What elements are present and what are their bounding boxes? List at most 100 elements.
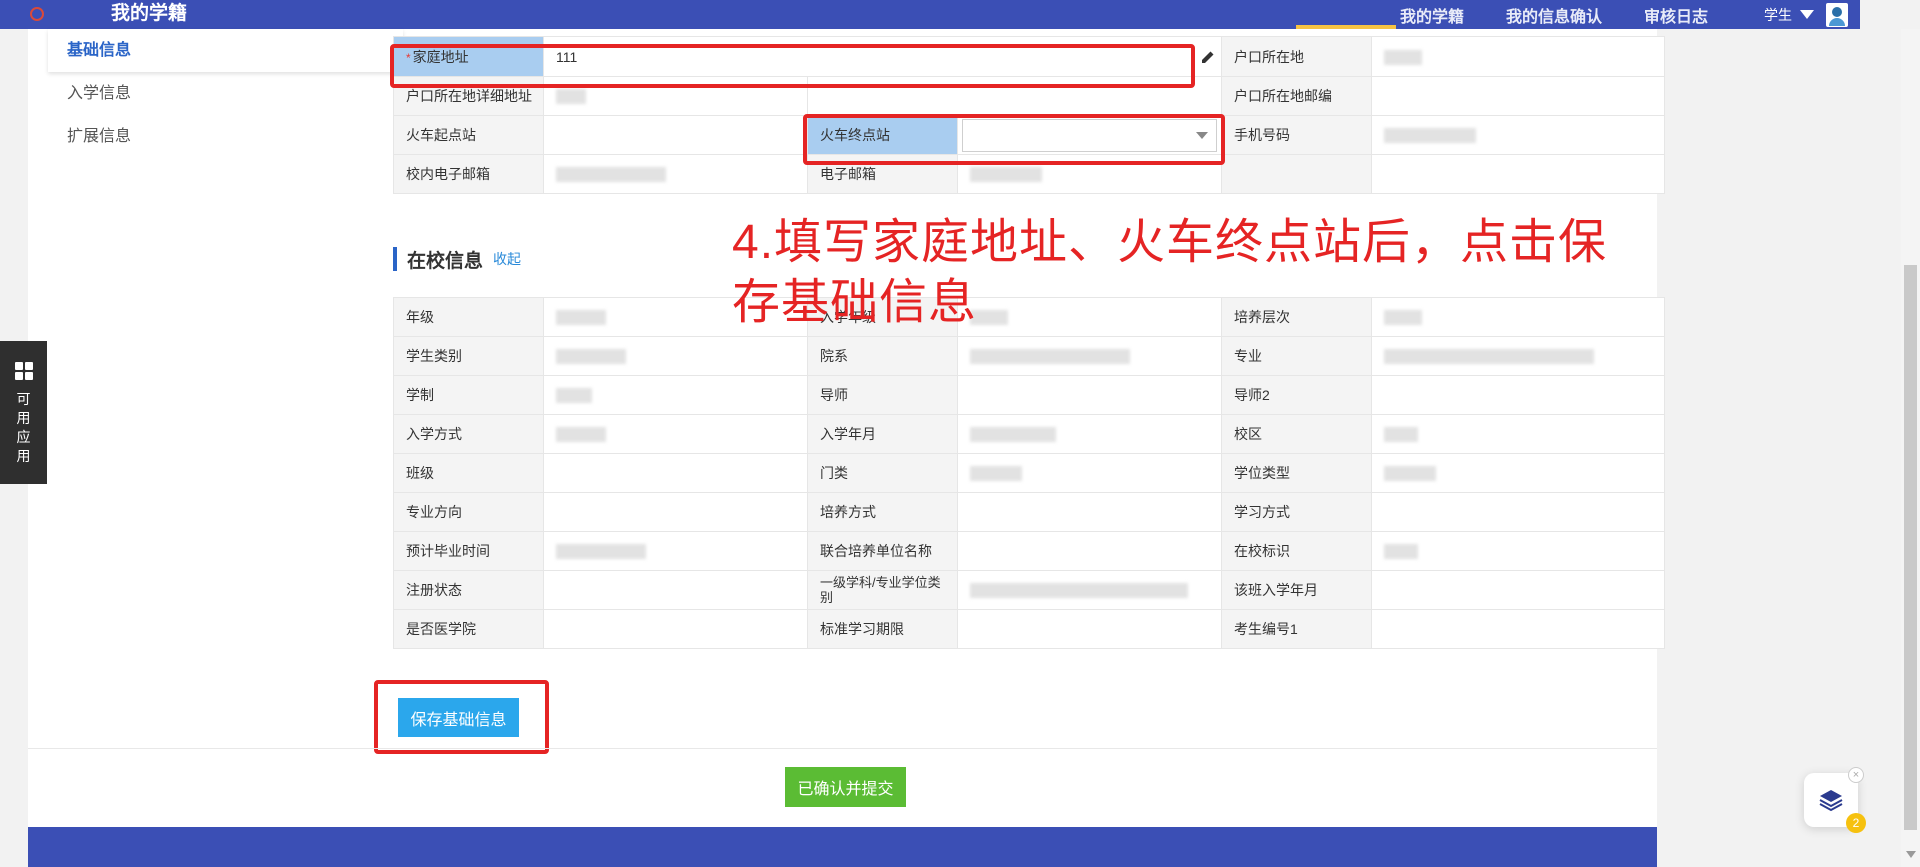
redacted-value (556, 388, 592, 404)
main-panel: 基础信息 入学信息 扩展信息 * 家庭地址 111 户口所在地 户口所在地详细地址 (28, 29, 1665, 827)
sidebar-item-extended-info[interactable]: 扩展信息 (48, 115, 403, 158)
field-value (543, 531, 808, 571)
field-label: 是否医学院 (393, 609, 544, 649)
chevron-down-icon (1800, 10, 1814, 19)
apps-grid-icon (14, 362, 33, 380)
field-value (957, 492, 1222, 532)
apps-dock[interactable]: 可用应用 (0, 341, 47, 484)
school-info-section-header: 在校信息 收起 (393, 246, 521, 272)
field-label: 导师 (807, 375, 958, 415)
sidebar-item-enrollment-info[interactable]: 入学信息 (48, 72, 403, 115)
field-label: 学习方式 (1221, 492, 1372, 532)
avatar[interactable] (1826, 2, 1848, 27)
sidebar-item-basic-info[interactable]: 基础信息 (48, 29, 403, 72)
user-role: 学生 (1764, 6, 1792, 23)
table-row: 专业方向 培养方式 学习方式 (393, 492, 1665, 532)
divider (28, 748, 1657, 749)
field-value (543, 453, 808, 493)
layers-widget[interactable]: × 2 (1804, 767, 1866, 833)
redacted-value (1384, 466, 1436, 482)
field-value (1371, 414, 1665, 454)
scroll-down-arrow-icon[interactable] (1906, 851, 1916, 858)
field-label: 专业方向 (393, 492, 544, 532)
field-value (1371, 453, 1665, 493)
empty-cell (1371, 154, 1665, 194)
field-label: 注册状态 (393, 570, 544, 610)
field-value (957, 375, 1222, 415)
notification-badge: 2 (1846, 813, 1866, 833)
confirm-submit-button[interactable]: 已确认并提交 (785, 767, 906, 807)
field-value (543, 570, 808, 610)
nav-my-status[interactable]: 我的学籍 (1400, 3, 1464, 27)
redacted-value (970, 427, 1056, 443)
redacted-value (556, 427, 606, 443)
edit-pencil-icon[interactable] (1195, 44, 1221, 70)
university-logo (30, 5, 100, 23)
table-row: 入学方式 入学年月 校区 (393, 414, 1665, 454)
table-row: 预计毕业时间 联合培养单位名称 在校标识 (393, 531, 1665, 571)
field-value (543, 492, 808, 532)
field-value (957, 453, 1222, 493)
page-scrollbar[interactable] (1901, 29, 1920, 867)
redacted-value (970, 466, 1022, 482)
collapse-link[interactable]: 收起 (493, 249, 521, 269)
field-label: 导师2 (1221, 375, 1372, 415)
field-label: 考生编号1 (1221, 609, 1372, 649)
tutorial-annotation: 4.填写家庭地址、火车终点站后，点击保存基础信息 (732, 216, 1608, 329)
apps-dock-label: 可用应用 (16, 391, 31, 464)
field-label: 该班入学年月 (1221, 570, 1372, 610)
hukou-postcode-value (1371, 76, 1665, 116)
field-value (1371, 609, 1665, 649)
hukou-postcode-label: 户口所在地邮编 (1221, 76, 1372, 116)
field-value (543, 375, 808, 415)
redacted-value (556, 310, 606, 326)
field-label: 校区 (1221, 414, 1372, 454)
sidebar: 基础信息 入学信息 扩展信息 (48, 29, 403, 158)
field-value (543, 609, 808, 649)
footer-bar (28, 827, 1657, 867)
table-row: 班级 门类 学位类型 (393, 453, 1665, 493)
redacted-value (1384, 349, 1594, 365)
redacted-value (1384, 427, 1418, 443)
top-bar: 我的学籍 我的学籍 我的信息确认 审核日志 学生 (0, 0, 1860, 29)
field-label: 门类 (807, 453, 958, 493)
field-label: 年级 (393, 297, 544, 337)
close-icon[interactable]: × (1848, 767, 1864, 783)
scrollbar-thumb[interactable] (1904, 265, 1917, 830)
train-start-label: 火车起点站 (393, 115, 544, 155)
field-value (957, 609, 1222, 649)
empty-cell (1221, 154, 1372, 194)
redacted-value (556, 544, 646, 560)
field-value (543, 414, 808, 454)
top-nav: 我的学籍 我的信息确认 审核日志 (1400, 0, 1750, 29)
phone-value (1371, 115, 1665, 155)
redacted-value (970, 349, 1130, 365)
hukou-location-value (1371, 36, 1665, 77)
field-value (1371, 531, 1665, 571)
field-label: 一级学科/专业学位类别 (807, 570, 958, 610)
table-row: 学制 导师 导师2 (393, 375, 1665, 415)
nav-audit-log[interactable]: 审核日志 (1644, 3, 1708, 27)
field-label: 入学方式 (393, 414, 544, 454)
campus-email-value (543, 154, 808, 194)
table-row: 是否医学院 标准学习期限 考生编号1 (393, 609, 1665, 649)
field-label: 标准学习期限 (807, 609, 958, 649)
field-label: 在校标识 (1221, 531, 1372, 571)
section-title: 在校信息 (407, 250, 484, 272)
field-label: 入学年月 (807, 414, 958, 454)
hukou-location-label: 户口所在地 (1221, 36, 1372, 77)
redacted-value (556, 349, 626, 365)
field-label: 联合培养单位名称 (807, 531, 958, 571)
field-label: 预计毕业时间 (393, 531, 544, 571)
nav-info-confirm[interactable]: 我的信息确认 (1506, 3, 1602, 27)
layers-icon (1819, 790, 1843, 812)
field-value (957, 414, 1222, 454)
save-basic-info-button[interactable]: 保存基础信息 (398, 698, 519, 737)
user-menu[interactable]: 学生 (1764, 0, 1848, 29)
field-label: 院系 (807, 336, 958, 376)
field-value (1371, 336, 1665, 376)
field-label: 学生类别 (393, 336, 544, 376)
field-value (1371, 492, 1665, 532)
field-label: 班级 (393, 453, 544, 493)
field-label: 专业 (1221, 336, 1372, 376)
